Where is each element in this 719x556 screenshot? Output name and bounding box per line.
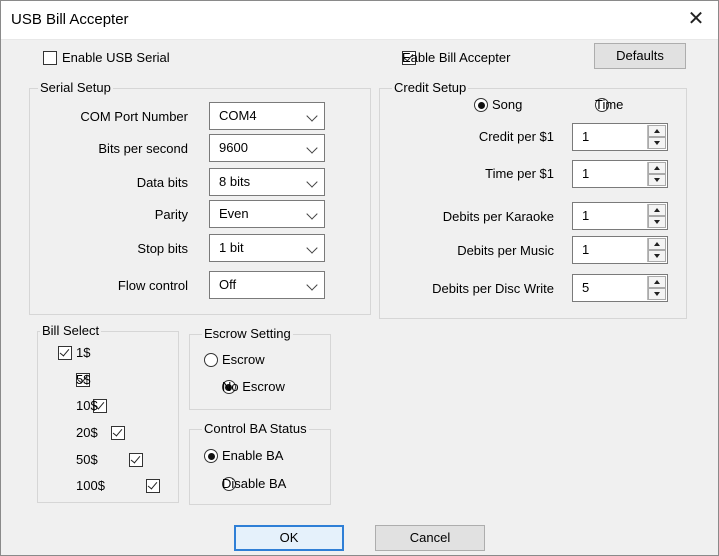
bits-per-second-value: 9600 [219,140,248,155]
chevron-down-icon [306,176,318,188]
chevron-down-icon [306,110,318,122]
serial-setup-title: Serial Setup [38,80,113,95]
escrow-radio[interactable] [204,353,218,367]
close-icon[interactable]: ✕ [684,7,708,31]
time-per-dollar-value: 1 [582,166,590,181]
stop-bits-select[interactable]: 1 bit [209,234,325,262]
time-per-dollar-spinner[interactable]: 1 [572,160,668,188]
control-ba-status-title: Control BA Status [202,421,309,436]
enable-usb-serial-checkbox[interactable] [43,51,57,65]
bill-10-label: 10$ [76,398,98,413]
credit-per-dollar-label: Credit per $1 [478,129,554,144]
debits-per-music-value: 1 [582,242,590,257]
debits-per-karaoke-label: Debits per Karaoke [442,209,554,224]
flow-control-label: Flow control [117,278,188,293]
parity-select[interactable]: Even [209,200,325,228]
escrow-setting-title: Escrow Setting [202,326,293,341]
dialog-window: USB Bill Accepter ✕ Enable USB Serial Ea… [0,0,719,556]
bill-select-group: Bill Select 1$ 5$ 10$ 20$ 50$ 100$ [37,323,179,503]
spin-down-icon[interactable] [648,174,666,186]
title-bar[interactable]: USB Bill Accepter ✕ [1,1,718,40]
no-escrow-label: No Escrow [222,379,285,394]
bill-20-label: 20$ [76,425,98,440]
bill-100-checkbox[interactable] [146,479,161,493]
spin-up-icon[interactable] [648,204,666,216]
debits-per-disc-write-spinner[interactable]: 5 [572,274,668,302]
enable-ba-label: Enable BA [222,448,284,463]
debits-per-karaoke-spinner[interactable]: 1 [572,202,668,230]
spin-up-icon[interactable] [648,162,666,174]
spin-down-icon[interactable] [648,288,666,300]
enable-usb-serial-label: Enable USB Serial [62,50,170,65]
debits-per-music-label: Debits per Music [457,243,554,258]
flow-control-value: Off [219,277,237,292]
data-bits-select[interactable]: 8 bits [209,168,325,196]
bill-50-checkbox[interactable] [128,453,143,467]
spin-up-icon[interactable] [648,238,666,250]
chevron-down-icon [306,279,318,291]
parity-value: Even [219,206,249,221]
com-port-select[interactable]: COM4 [209,102,325,130]
defaults-button[interactable]: Defaults [594,43,686,69]
credit-per-dollar-value: 1 [582,129,590,144]
data-bits-value: 8 bits [219,174,251,189]
com-port-value: COM4 [219,108,257,123]
data-bits-label: Data bits [136,175,188,190]
bill-1-checkbox[interactable] [58,346,72,360]
bill-5-label: 5$ [76,372,91,387]
time-label: Time [595,97,624,112]
song-label: Song [492,97,523,112]
spin-down-icon[interactable] [648,137,666,149]
escrow-setting-group: Escrow Setting Escrow No Escrow [189,326,331,410]
chevron-down-icon [306,208,318,220]
stop-bits-label: Stop bits [137,241,188,256]
disable-ba-label: Disable BA [222,476,287,491]
spin-up-icon[interactable] [648,276,666,288]
spin-up-icon[interactable] [648,125,666,137]
control-ba-status-group: Control BA Status Enable BA Disable BA [189,421,331,505]
time-per-dollar-label: Time per $1 [485,166,554,181]
bill-20-checkbox[interactable] [110,426,125,440]
bill-50-label: 50$ [76,452,98,467]
bits-per-second-label: Bits per second [98,141,188,156]
credit-setup-title: Credit Setup [392,80,469,95]
chevron-down-icon [306,242,318,254]
enable-ba-radio[interactable] [204,449,218,463]
bill-100-label: 100$ [76,478,105,493]
stop-bits-value: 1 bit [219,240,244,255]
chevron-down-icon [306,142,318,154]
debits-per-disc-write-label: Debits per Disc Write [432,281,554,296]
serial-setup-group: Serial Setup COM Port Number COM4 Bits p… [29,80,371,315]
com-port-label: COM Port Number [80,109,188,124]
debits-per-disc-write-value: 5 [582,280,590,295]
credit-per-dollar-spinner[interactable]: 1 [572,123,668,151]
bill-select-title: Bill Select [40,323,102,338]
flow-control-select[interactable]: Off [209,271,325,299]
bill-1-label: 1$ [76,345,91,360]
window-title: USB Bill Accepter [11,11,129,28]
spin-down-icon[interactable] [648,250,666,262]
escrow-label: Escrow [222,352,265,367]
ok-button[interactable]: OK [234,525,344,551]
cancel-button[interactable]: Cancel [375,525,485,551]
credit-setup-group: Credit Setup Song Time Credit per $1 1 T… [379,80,687,319]
spin-down-icon[interactable] [648,216,666,228]
debits-per-karaoke-value: 1 [582,208,590,223]
parity-label: Parity [154,207,188,222]
enable-bill-accepter-label: Eable Bill Accepter [402,50,511,65]
bits-per-second-select[interactable]: 9600 [209,134,325,162]
song-radio[interactable] [474,98,488,112]
debits-per-music-spinner[interactable]: 1 [572,236,668,264]
